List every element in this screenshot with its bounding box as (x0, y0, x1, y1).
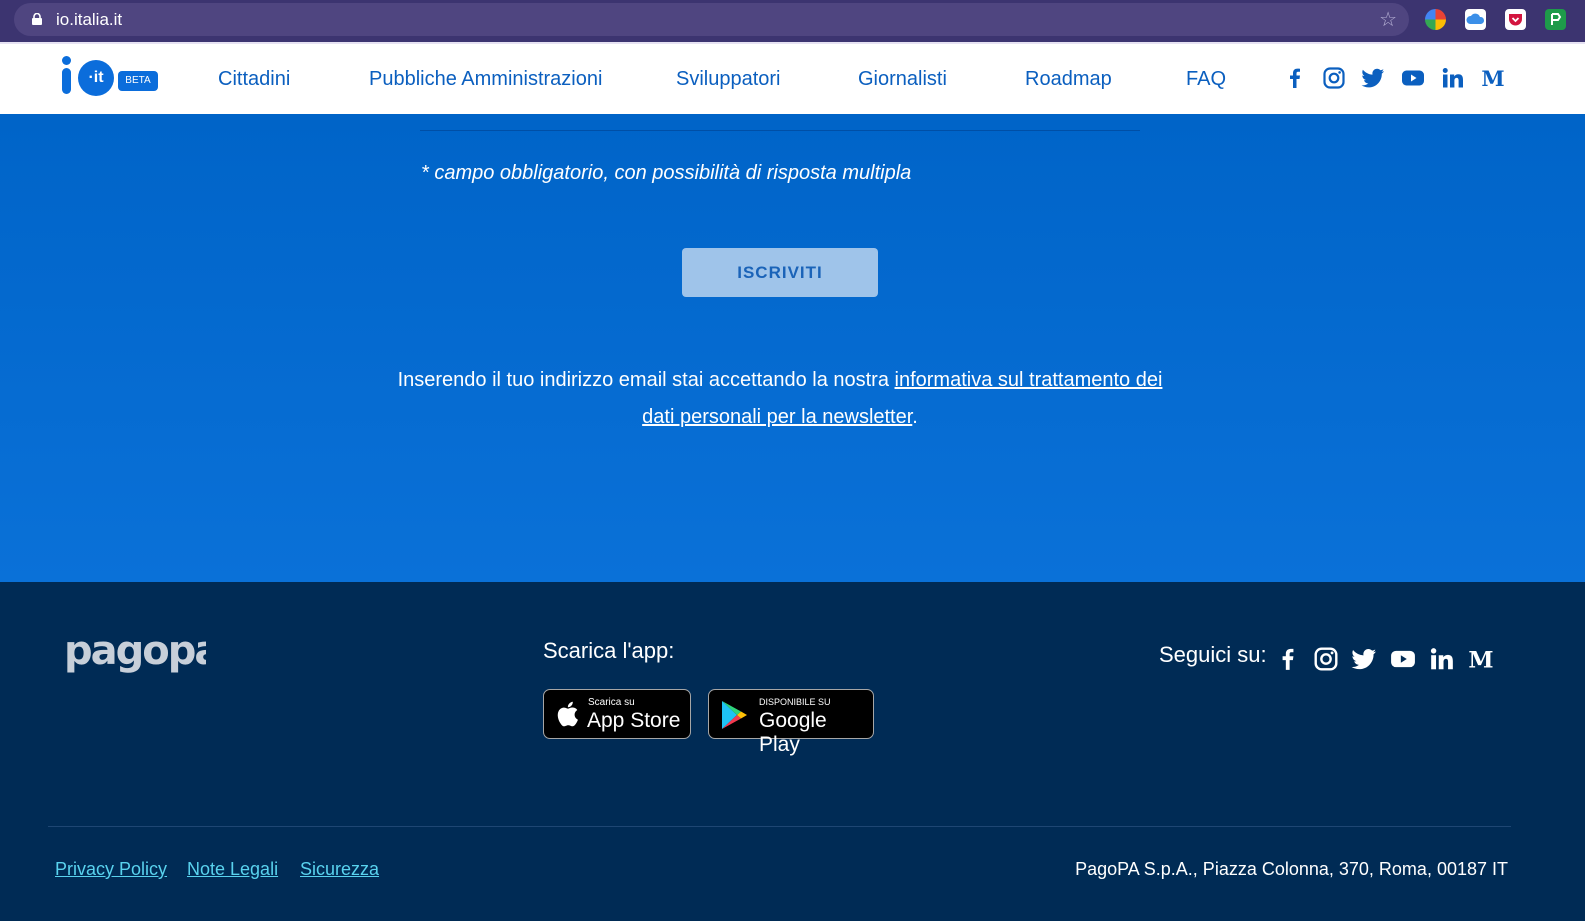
google-play-small-label: DISPONIBILE SU (759, 697, 831, 707)
nav-roadmap[interactable]: Roadmap (1025, 68, 1112, 91)
privacy-consent-text: Inserendo il tuo indirizzo email stai ac… (380, 362, 1180, 436)
pagopa-logo[interactable]: pagopa (64, 630, 206, 674)
apple-icon (557, 701, 578, 727)
svg-text:M: M (1468, 648, 1493, 672)
extension-green-icon[interactable] (1545, 9, 1566, 30)
newsletter-section: * campo obbligatorio, con possibilità di… (0, 114, 1585, 582)
follow-us-label: Seguici su: (1159, 642, 1267, 667)
browser-toolbar: io.italia.it ☆ (0, 0, 1585, 42)
instagram-icon[interactable] (1322, 66, 1346, 90)
app-store-small-label: Scarica su (588, 697, 635, 708)
google-play-icon (722, 701, 747, 729)
nav-faq[interactable]: FAQ (1186, 68, 1226, 91)
footer-divider (48, 826, 1511, 827)
app-store-badge[interactable]: Scarica su App Store (543, 689, 691, 739)
twitter-icon[interactable] (1351, 646, 1377, 672)
instagram-icon[interactable] (1313, 646, 1339, 672)
youtube-icon[interactable] (1401, 66, 1425, 90)
google-play-badge[interactable]: DISPONIBILE SU Google Play (708, 689, 874, 756)
pagopa-wordmark: pagopa (64, 630, 206, 674)
io-logo[interactable]: ·it BETA (58, 54, 163, 99)
logo-dot (62, 56, 71, 65)
legal-notes-link[interactable]: Note Legali (187, 859, 278, 880)
youtube-icon[interactable] (1390, 646, 1416, 672)
beta-badge: BETA (118, 71, 158, 91)
app-store-label: App Store (587, 709, 681, 732)
site-header: ·it BETA Cittadini Pubbliche Amministraz… (0, 42, 1585, 114)
site-footer: pagopa Scarica l'app: Scarica su App Sto… (0, 582, 1585, 921)
subscribe-button[interactable]: ISCRIVITI (682, 248, 878, 297)
nav-cittadini[interactable]: Cittadini (218, 68, 290, 91)
lock-icon (32, 13, 42, 25)
google-play-label: Google Play (759, 709, 827, 756)
consent-suffix: . (912, 406, 918, 428)
bookmark-star-icon[interactable]: ☆ (1379, 7, 1397, 32)
extension-google-icon[interactable] (1425, 9, 1446, 30)
linkedin-icon[interactable] (1441, 66, 1465, 90)
required-field-note: * campo obbligatorio, con possibilità di… (421, 162, 912, 184)
nav-pubbliche-amministrazioni[interactable]: Pubbliche Amministrazioni (369, 68, 602, 91)
svg-text:M: M (1481, 66, 1504, 90)
form-divider (420, 130, 1140, 131)
facebook-icon[interactable] (1275, 646, 1301, 672)
download-app-title: Scarica l'app: (543, 638, 675, 663)
address-bar[interactable]: io.italia.it ☆ (14, 3, 1409, 36)
extension-pocket-icon[interactable] (1505, 9, 1526, 30)
company-address: PagoPA S.p.A., Piazza Colonna, 370, Roma… (1075, 859, 1508, 879)
linkedin-icon[interactable] (1429, 646, 1455, 672)
medium-icon[interactable]: M (1481, 66, 1505, 90)
medium-icon[interactable]: M (1468, 646, 1494, 672)
privacy-policy-link[interactable]: Privacy Policy (55, 859, 167, 880)
consent-prefix: Inserendo il tuo indirizzo email stai ac… (397, 369, 895, 391)
security-link[interactable]: Sicurezza (300, 859, 379, 880)
twitter-icon[interactable] (1361, 66, 1385, 90)
url-text[interactable]: io.italia.it (56, 10, 122, 30)
extension-cloud-icon[interactable] (1465, 9, 1486, 30)
facebook-icon[interactable] (1283, 66, 1307, 90)
logo-circle: ·it (78, 60, 114, 96)
nav-giornalisti[interactable]: Giornalisti (858, 68, 947, 91)
logo-bar (62, 68, 71, 94)
nav-sviluppatori[interactable]: Sviluppatori (676, 68, 781, 91)
